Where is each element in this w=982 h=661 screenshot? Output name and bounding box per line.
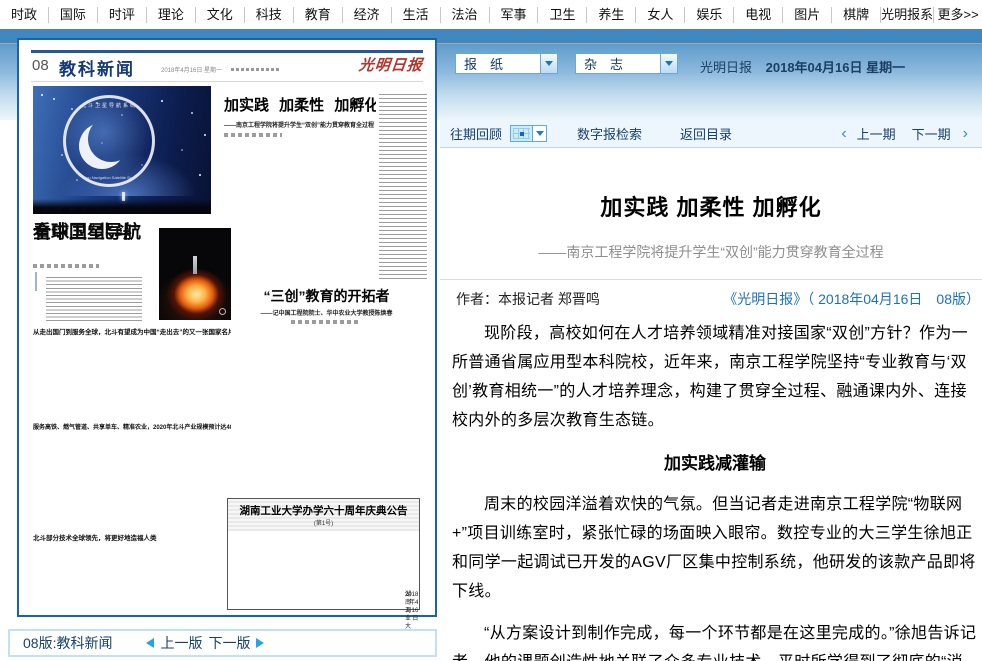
issue-date: 2018年04月16日 星期一 (766, 60, 905, 75)
thumbnail-lead-byline (33, 264, 99, 268)
newsprint-text-block (224, 330, 429, 490)
article-meta-row: 作者：本报记者 郑晋鸣 《光明日报》（ 2018年04月16日 08版） (440, 280, 982, 309)
newsprint-text-block (33, 338, 231, 418)
next-page-link[interactable]: 下一版 (208, 633, 250, 653)
next-page-arrow-icon[interactable] (256, 638, 264, 648)
article-subtitle: ——南京工程学院将提升学生“双创”能力贯穿教育全过程 (440, 242, 982, 262)
newspaper-page-thumbnail[interactable]: 08 教科新闻 2018年4月16日 星期一 光明日报 北斗卫星导航系统 Bei… (17, 38, 437, 617)
paper-page-number: 08 (32, 57, 49, 74)
article-author: 作者：本报记者 郑晋鸣 (456, 289, 600, 309)
nav-item[interactable]: 时评 (98, 7, 147, 23)
newsprint-text-block (46, 277, 142, 321)
issue-info: 光明日报 2018年04月16日 星期一 (700, 57, 905, 76)
nav-item[interactable]: 养生 (587, 7, 636, 23)
nav-item[interactable]: 理论 (147, 7, 196, 23)
top-navigation: 时政 国际 时评 理论 文化 科技 教育 经济 生活 法治 军事 卫生 养生 女… (0, 0, 982, 29)
calendar-icon[interactable] (510, 125, 533, 142)
edition-select-magazine-value: 杂 志 (576, 54, 660, 73)
paper-date-line: 2018年4月16日 星期一 (161, 65, 222, 74)
past-issues-link[interactable]: 往期回顾 (450, 124, 502, 143)
nav-item[interactable]: 女人 (636, 7, 685, 23)
thumbnail-mid-article-byline (291, 320, 361, 324)
masthead-logo: 光明日报 (358, 54, 424, 75)
page-pager-nav: 上一版 下一版 (146, 633, 264, 653)
nav-item-more[interactable]: 更多>> (934, 7, 982, 23)
newsprint-text-block (236, 537, 411, 589)
nav-item[interactable]: 卫生 (538, 7, 587, 23)
thumbnail-subhead-3: 北斗部分技术全球领先，将更好地造福人类 (33, 532, 193, 542)
nav-item[interactable]: 文化 (196, 7, 245, 23)
article-body: 现阶段，高校如何在人才培养领域精准对接国家“双创”方针？作为一所普通省属应用型本… (440, 309, 982, 661)
past-issues-calendar (510, 125, 547, 142)
rocket-launch-photo (159, 228, 231, 320)
emblem-text-bottom: BeiDou Navigation Satellite System (66, 175, 152, 180)
nav-item[interactable]: 棋牌 (832, 7, 881, 23)
notice-number: (第1号) (228, 518, 419, 527)
calendar-dropdown-button[interactable] (533, 125, 547, 142)
digital-search-link[interactable]: 数字报检索 (577, 124, 642, 143)
article-paragraph: 周末的校园洋溢着欢快的气氛。但当记者走进南京工程学院“物联网+”项目训练室时，紧… (452, 490, 978, 606)
newsprint-text-block (224, 144, 374, 282)
emblem-text-top: 北斗卫星导航系统 (66, 102, 152, 109)
nav-item[interactable]: 军事 (490, 7, 539, 23)
prev-issue-arrow-icon[interactable]: ‹ (841, 127, 846, 141)
edition-select-paper[interactable]: 报 纸 (455, 53, 558, 74)
nav-item[interactable]: 娱乐 (685, 7, 734, 23)
chevron-down-icon[interactable] (540, 54, 557, 73)
page-pager-bar: 08版:教科新闻 上一版 下一版 (8, 629, 437, 657)
paper-section-name: 教科新闻 (59, 55, 135, 80)
article-paragraph: 现阶段，高校如何在人才培养领域精准对接国家“双创”方针？作为一所普通省属应用型本… (452, 319, 978, 435)
paper-top-rule (31, 50, 423, 53)
next-issue-arrow-icon[interactable]: › (963, 127, 968, 141)
edition-select-magazine[interactable]: 杂 志 (575, 53, 678, 74)
edition-select-paper-value: 报 纸 (456, 54, 540, 73)
notice-title: 湖南工业大学办学六十周年庆典公告 (228, 503, 419, 518)
thumbnail-article-subtitle: ——南京工程学院将提升学生“双创”能力贯穿教育全过程 (224, 120, 386, 129)
prev-page-link[interactable]: 上一版 (160, 633, 202, 653)
article-source: 《光明日报》（ 2018年04月16日 08版） (723, 289, 980, 309)
anniversary-notice-box: 湖南工业大学办学六十周年庆典公告 (第1号) 湖南工业大学 2018年4月16日 (227, 498, 420, 610)
beidou-stage-photo: 北斗卫星导航系统 BeiDou Navigation Satellite Sys… (33, 86, 211, 214)
thumbnail-mid-article-subtitle: ——记中国工程院院士、华中农业大学教授陈焕春 (224, 308, 429, 317)
back-to-toc-link[interactable]: 返回目录 (680, 124, 732, 143)
current-page-label: 08版:教科新闻 (23, 633, 112, 653)
thumbnail-article-title: 加实践 加柔性 加孵化 (224, 94, 376, 115)
article-reader-panel: 加实践 加柔性 加孵化 ——南京工程学院将提升学生“双创”能力贯穿教育全过程 作… (440, 148, 982, 661)
next-issue-link[interactable]: 下一期 (912, 124, 951, 143)
paper-editor-line (231, 68, 279, 71)
stars-decoration (41, 94, 43, 96)
newsprint-text-block (33, 544, 231, 606)
digital-newspaper-page: 时政 国际 时评 理论 文化 科技 教育 经济 生活 法治 军事 卫生 养生 女… (0, 0, 982, 661)
nav-item[interactable]: 光明报系 (881, 7, 934, 23)
nav-item[interactable]: 生活 (392, 7, 441, 23)
audience-silhouettes (33, 199, 211, 214)
newsprint-text-block (33, 434, 231, 522)
article-section-heading: 加实践减灌输 (452, 449, 978, 474)
nav-item[interactable]: 电视 (734, 7, 783, 23)
nav-item[interactable]: 图片 (783, 7, 832, 23)
issue-toolbar: 往期回顾 数字报检索 返回目录 ‹ 上一期 下一期 › (440, 120, 982, 148)
thumbnail-article-byline (224, 133, 282, 137)
nav-item[interactable]: 经济 (343, 7, 392, 23)
chevron-down-icon[interactable] (660, 54, 677, 73)
nav-item[interactable]: 法治 (441, 7, 490, 23)
nav-item[interactable]: 时政 (0, 7, 49, 23)
article-paragraph: “从方案设计到制作完成，每一个环节都是在这里完成的。”徐旭告诉记者，他的课题创造… (452, 619, 978, 661)
thumbnail-subhead-1: 从走出国门到服务全球，北斗有望成为中国“走出去”的又一张国家名片 (33, 326, 231, 336)
nav-item[interactable]: 科技 (245, 7, 294, 23)
nav-item[interactable]: 教育 (294, 7, 343, 23)
prev-issue-link[interactable]: 上一期 (857, 124, 896, 143)
paper-header-rule (31, 81, 423, 82)
newsprint-text-block (379, 94, 427, 282)
prev-page-arrow-icon[interactable] (146, 638, 154, 648)
thumbnail-subhead-2: 服务高铁、燃气管道、共享单车、精准农业，2020年北斗产业规模预计达4000亿元 (33, 422, 231, 431)
masthead-name: 光明日报 (700, 60, 752, 75)
article-title: 加实践 加柔性 加孵化 (440, 190, 982, 222)
beidou-emblem: 北斗卫星导航系统 BeiDou Navigation Satellite Sys… (63, 95, 155, 187)
thumbnail-mid-article-title: “三创”教育的开拓者 (224, 286, 429, 306)
thumbnail-intro-bracket (35, 273, 153, 325)
nav-item[interactable]: 国际 (49, 7, 98, 23)
rocket-silhouette (193, 256, 197, 274)
